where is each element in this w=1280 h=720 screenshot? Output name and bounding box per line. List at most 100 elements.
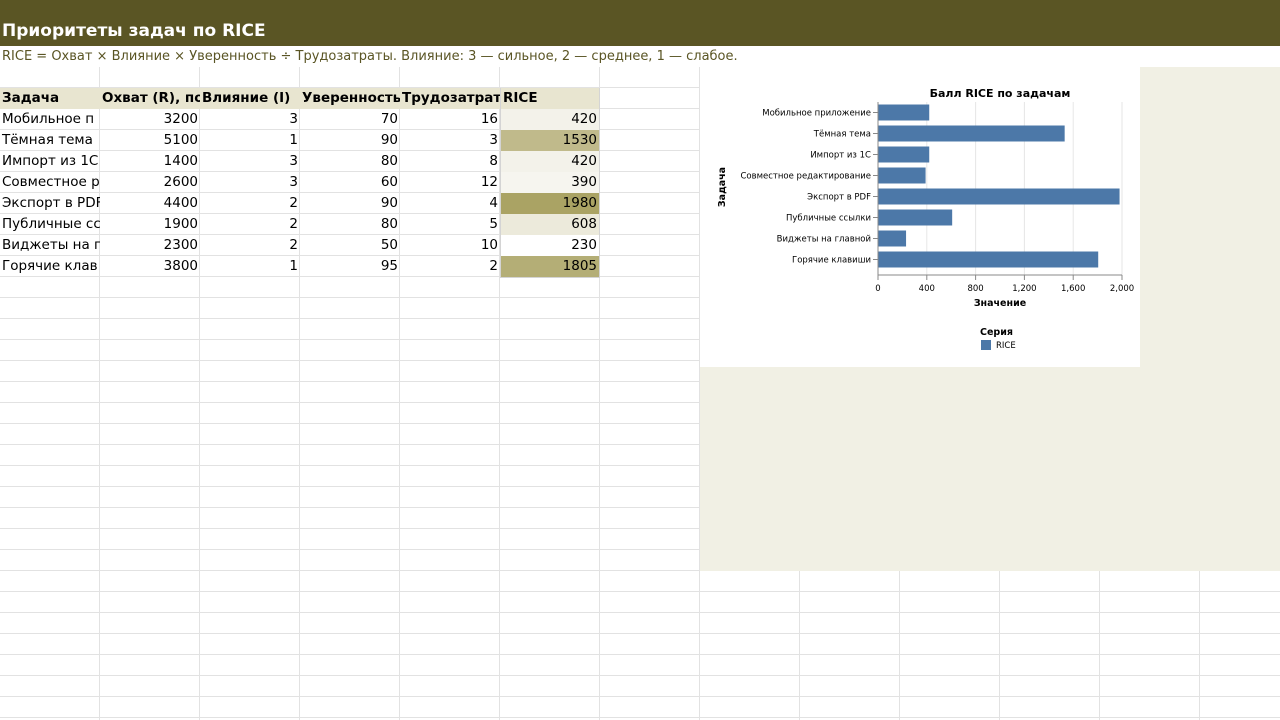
header-rice[interactable]: RICE (500, 88, 600, 109)
rice-chart-svg: Балл RICE по задачам Мобильное приложени… (717, 87, 1134, 351)
legend-label[interactable]: RICE (996, 341, 1016, 351)
cell-task[interactable]: Совместное р (0, 172, 100, 193)
sheet-subtitle: RICE = Охват × Влияние × Уверенность ÷ Т… (0, 46, 1280, 67)
cell-rice[interactable]: 1980 (500, 193, 600, 214)
table-header-row: Задача Охват (R), по Влияние (I) Уверенн… (0, 88, 600, 109)
y-tick-label: Мобильное приложение (762, 109, 871, 119)
x-tick-label: 1,600 (1061, 284, 1085, 294)
table-row: Мобильное п 3200 3 70 16 420 (0, 109, 600, 130)
x-tick-label: 0 (875, 284, 880, 294)
cell-reach[interactable]: 3800 (100, 256, 200, 277)
header-effort[interactable]: Трудозатрат (400, 88, 500, 109)
table-row: Совместное р 2600 3 60 12 390 (0, 172, 600, 193)
chart-title: Балл RICE по задачам (930, 87, 1071, 100)
y-tick-label: Горячие клавиши (792, 256, 871, 266)
table-row: Виджеты на г 2300 2 50 10 230 (0, 235, 600, 256)
table-row: Тёмная тема 5100 1 90 3 1530 (0, 130, 600, 151)
legend-title: Серия (980, 327, 1013, 338)
x-tick-label: 2,000 (1110, 284, 1134, 294)
cell-effort[interactable]: 2 (400, 256, 500, 277)
chart-x-ticks: 0 400 800 1,200 1,600 2,000 (875, 275, 1134, 294)
cell-confidence[interactable]: 80 (300, 151, 400, 172)
cell-impact[interactable]: 2 (200, 235, 300, 256)
header-impact[interactable]: Влияние (I) (200, 88, 300, 109)
cell-rice[interactable]: 1530 (500, 130, 600, 151)
cell-task[interactable]: Виджеты на г (0, 235, 100, 256)
cell-impact[interactable]: 2 (200, 214, 300, 235)
chart-bar[interactable] (878, 188, 1120, 205)
cell-reach[interactable]: 1400 (100, 151, 200, 172)
rice-chart[interactable]: Балл RICE по задачам Мобильное приложени… (700, 67, 1140, 367)
chart-category-labels: Мобильное приложение Тёмная тема Импорт из… (740, 109, 878, 266)
cell-confidence[interactable]: 95 (300, 256, 400, 277)
chart-bar[interactable] (878, 125, 1065, 142)
cell-confidence[interactable]: 50 (300, 235, 400, 256)
cell-impact[interactable]: 2 (200, 193, 300, 214)
cell-effort[interactable]: 3 (400, 130, 500, 151)
x-tick-label: 1,200 (1012, 284, 1036, 294)
x-axis-title: Значение (974, 298, 1026, 309)
y-tick-label: Тёмная тема (813, 130, 871, 140)
y-axis-title: Задача (717, 167, 728, 207)
chart-bar[interactable] (878, 104, 930, 121)
cell-impact[interactable]: 1 (200, 130, 300, 151)
cell-impact[interactable]: 1 (200, 256, 300, 277)
cell-reach[interactable]: 4400 (100, 193, 200, 214)
chart-bar[interactable] (878, 251, 1099, 268)
cell-confidence[interactable]: 90 (300, 130, 400, 151)
x-tick-label: 400 (919, 284, 935, 294)
cell-effort[interactable]: 10 (400, 235, 500, 256)
cell-effort[interactable]: 16 (400, 109, 500, 130)
cell-rice[interactable]: 230 (500, 235, 600, 256)
table-row: Импорт из 1С 1400 3 80 8 420 (0, 151, 600, 172)
x-tick-label: 800 (967, 284, 983, 294)
chart-bar[interactable] (878, 209, 953, 226)
cell-confidence[interactable]: 80 (300, 214, 400, 235)
chart-bars (878, 104, 1120, 268)
cell-effort[interactable]: 4 (400, 193, 500, 214)
y-tick-label: Экспорт в PDF (807, 193, 871, 203)
cell-effort[interactable]: 12 (400, 172, 500, 193)
cell-rice[interactable]: 1805 (500, 256, 600, 277)
chart-bar[interactable] (878, 146, 930, 163)
cell-task[interactable]: Экспорт в PDF (0, 193, 100, 214)
cell-impact[interactable]: 3 (200, 151, 300, 172)
cell-rice[interactable]: 608 (500, 214, 600, 235)
cell-reach[interactable]: 2300 (100, 235, 200, 256)
cell-reach[interactable]: 5100 (100, 130, 200, 151)
cell-task[interactable]: Публичные сс (0, 214, 100, 235)
cell-reach[interactable]: 3200 (100, 109, 200, 130)
cell-reach[interactable]: 2600 (100, 172, 200, 193)
table-row: Экспорт в PDF 4400 2 90 4 1980 (0, 193, 600, 214)
rice-column-bottom-border (500, 277, 600, 278)
chart-bar[interactable] (878, 230, 907, 247)
sheet-title: Приоритеты задач по RICE (2, 21, 266, 41)
y-tick-label: Виджеты на главной (777, 235, 871, 245)
cell-task[interactable]: Мобильное п (0, 109, 100, 130)
cell-task[interactable]: Горячие клав (0, 256, 100, 277)
cell-confidence[interactable]: 70 (300, 109, 400, 130)
table-row: Публичные сс 1900 2 80 5 608 (0, 214, 600, 235)
cell-rice[interactable]: 420 (500, 109, 600, 130)
header-task[interactable]: Задача (0, 88, 100, 109)
cell-rice[interactable]: 420 (500, 151, 600, 172)
header-confidence[interactable]: Уверенность (300, 88, 400, 109)
legend-swatch[interactable] (981, 340, 991, 350)
cell-effort[interactable]: 5 (400, 214, 500, 235)
cell-confidence[interactable]: 90 (300, 193, 400, 214)
cell-reach[interactable]: 1900 (100, 214, 200, 235)
cell-task[interactable]: Тёмная тема (0, 130, 100, 151)
table-row: Горячие клав 3800 1 95 2 1805 (0, 256, 600, 277)
cell-effort[interactable]: 8 (400, 151, 500, 172)
y-tick-label: Совместное редактирование (740, 172, 871, 182)
cell-task[interactable]: Импорт из 1С (0, 151, 100, 172)
chart-bar[interactable] (878, 167, 926, 184)
cell-rice[interactable]: 390 (500, 172, 600, 193)
cell-impact[interactable]: 3 (200, 109, 300, 130)
cell-confidence[interactable]: 60 (300, 172, 400, 193)
cell-impact[interactable]: 3 (200, 172, 300, 193)
title-bar: Приоритеты задач по RICE (0, 0, 1280, 46)
y-tick-label: Публичные ссылки (786, 214, 871, 224)
header-reach[interactable]: Охват (R), по (100, 88, 200, 109)
y-tick-label: Импорт из 1С (810, 151, 871, 161)
